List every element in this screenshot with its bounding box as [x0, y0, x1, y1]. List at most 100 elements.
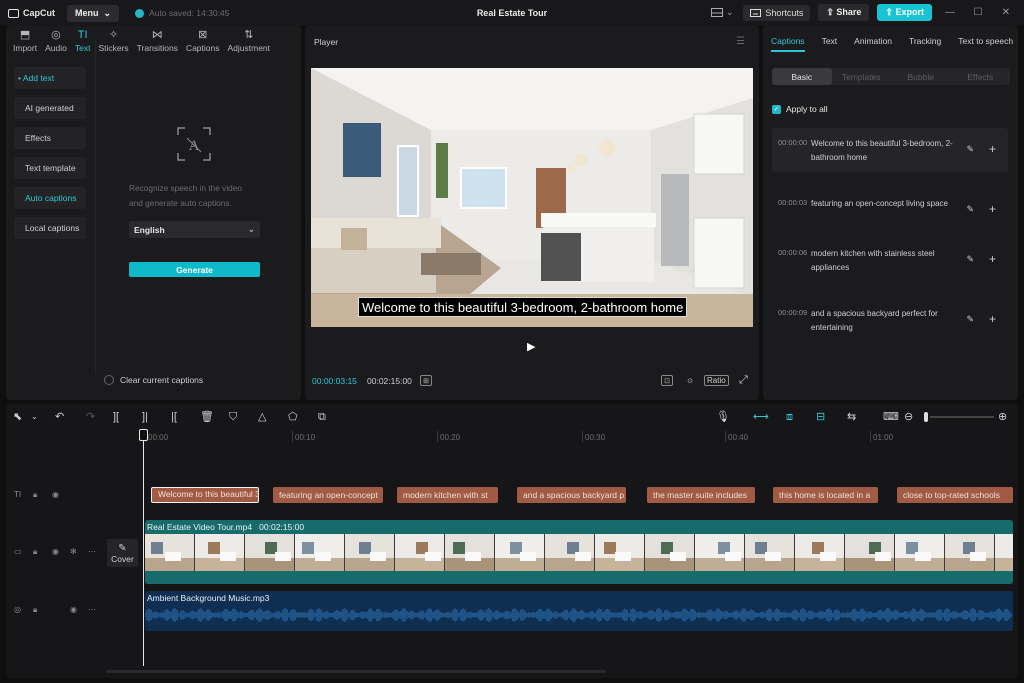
select-cursor-icon[interactable]: ⬉	[13, 410, 22, 424]
microphone-icon[interactable]: 🎙	[716, 410, 730, 424]
zoom-slider-handle[interactable]	[924, 412, 928, 422]
crop-icon[interactable]: ⧉	[318, 410, 326, 424]
menu-lines-icon[interactable]: ☰	[736, 36, 745, 47]
playhead-handle[interactable]	[139, 429, 148, 441]
menu-button[interactable]: Menu ⌄	[67, 4, 120, 22]
close-icon[interactable]: ✕	[996, 7, 1016, 18]
timeline-marker-icon[interactable]: ⊞	[420, 375, 432, 386]
cover-button[interactable]: ✎ Cover	[107, 539, 138, 567]
text-clip[interactable]: the master suite includes	[647, 487, 755, 503]
export-button[interactable]: ⇪ Export	[877, 4, 932, 21]
pencil-icon[interactable]: ✎	[966, 144, 974, 155]
text-clip[interactable]: Welcome to this beautiful 3	[151, 487, 259, 503]
text-clip[interactable]: this home is located in a	[773, 487, 878, 503]
tab-transitions[interactable]: ⋈ Transitions	[133, 29, 182, 56]
redo-icon[interactable]: ↷	[86, 410, 95, 424]
text-clip[interactable]: featuring an open-concept	[273, 487, 383, 503]
chevron-down-icon[interactable]: ⌄	[31, 410, 38, 424]
checkbox-icon[interactable]: ✓	[772, 104, 781, 114]
timeline-scrollbar[interactable]	[106, 670, 606, 673]
tab-stickers[interactable]: ✧ Stickers	[94, 29, 132, 56]
split-icon[interactable]: ][	[113, 410, 119, 424]
tab-animation[interactable]: Animation	[854, 36, 892, 52]
video-preview[interactable]	[311, 68, 753, 327]
caption-item[interactable]: 00:00:00 Welcome to this beautiful 3-bed…	[772, 128, 1008, 172]
pencil-icon[interactable]: ✎	[966, 314, 974, 325]
caption-text[interactable]: modern kitchen with stainless steel appl…	[811, 247, 966, 273]
caption-item[interactable]: 00:00:06 modern kitchen with stainless s…	[772, 238, 1008, 282]
caption-text[interactable]: and a spacious backyard perfect for ente…	[811, 307, 966, 333]
caption-item[interactable]: 00:00:09 and a spacious backyard perfect…	[772, 298, 1008, 342]
sidebar-item-effects[interactable]: Effects	[14, 127, 86, 149]
split-view-icon[interactable]: ⇆	[847, 410, 856, 424]
lock-icon[interactable]: 🔒︎	[33, 490, 37, 500]
tab-import[interactable]: ⬒ Import	[9, 29, 41, 56]
zoom-slider[interactable]	[930, 416, 994, 418]
split-left-icon[interactable]: ]|	[142, 410, 148, 424]
subtab-effects[interactable]: Effects	[951, 68, 1011, 85]
plus-icon[interactable]: +	[989, 312, 996, 326]
shield-icon[interactable]: ⛉	[229, 410, 237, 424]
generate-button[interactable]: Generate	[129, 262, 260, 277]
sidebar-item-auto-captions[interactable]: Auto captions	[14, 187, 86, 209]
minimize-icon[interactable]: —	[940, 7, 960, 18]
sidebar-item-ai-generated[interactable]: AI generated	[14, 97, 86, 119]
plus-icon[interactable]: +	[989, 252, 996, 266]
text-clip[interactable]: close to top-rated schools	[897, 487, 1013, 503]
caption-text[interactable]: Welcome to this beautiful 3-bedroom, 2-b…	[811, 137, 966, 163]
sidebar-item-local-captions[interactable]: Local captions	[14, 217, 86, 239]
maximize-icon[interactable]: ☐	[968, 7, 988, 18]
audio-clip[interactable]	[145, 591, 1013, 631]
layout-button[interactable]: ⌄	[709, 5, 735, 21]
ratio-button[interactable]: Ratio	[704, 375, 729, 386]
sidebar-item-text-template[interactable]: Text template	[14, 157, 86, 179]
crop-icon[interactable]: ⊡	[661, 375, 673, 386]
tab-text[interactable]: TI Text	[71, 29, 95, 56]
pencil-icon[interactable]: ✎	[966, 254, 974, 265]
video-subtitle[interactable]: Welcome to this beautiful 3-bedroom, 2-b…	[358, 297, 688, 317]
lock-icon[interactable]: 🔒︎	[33, 605, 37, 615]
tab-adjustment[interactable]: ⇅ Adjustment	[224, 29, 275, 56]
mask-icon[interactable]: ⬠	[288, 410, 298, 424]
tab-text-to-speech[interactable]: Text to speech	[958, 36, 1013, 52]
tab-tracking[interactable]: Tracking	[909, 36, 941, 52]
zoom-out-icon[interactable]: ⊖	[904, 410, 913, 424]
plus-icon[interactable]: +	[989, 142, 996, 156]
text-clip[interactable]: and a spacious backyard p	[517, 487, 626, 503]
subtab-basic[interactable]: Basic	[772, 68, 832, 85]
zoom-in-icon[interactable]: ⊕	[998, 410, 1007, 424]
lock-icon[interactable]: 🔒︎	[33, 547, 37, 557]
magnet-icon[interactable]: ⧈	[786, 410, 793, 424]
apply-to-all-option[interactable]: ✓ Apply to all	[772, 104, 828, 114]
volume-icon[interactable]: ◉	[70, 605, 77, 614]
tab-captions[interactable]: ⊠ Captions	[182, 29, 224, 56]
fullscreen-icon[interactable]: ⤢	[739, 374, 748, 387]
split-right-icon[interactable]: |[	[171, 410, 177, 424]
play-icon[interactable]: ▶	[527, 340, 535, 353]
sidebar-item-add-text[interactable]: • Add text	[14, 67, 86, 89]
subtab-bubble[interactable]: Bubble	[891, 68, 951, 85]
tab-audio[interactable]: ◎ Audio	[41, 29, 71, 56]
share-button[interactable]: ⇪ Share	[818, 4, 870, 21]
mirror-icon[interactable]: △	[258, 410, 266, 424]
undo-icon[interactable]: ↶	[55, 410, 64, 424]
language-select[interactable]: English ⌄	[129, 221, 260, 238]
text-clip[interactable]: modern kitchen with st	[397, 487, 498, 503]
volume-icon[interactable]: ✻	[70, 547, 77, 556]
more-icon[interactable]: ⋯	[88, 605, 96, 614]
caption-text[interactable]: featuring an open-concept living space	[811, 197, 966, 223]
delete-icon[interactable]: 🗑	[200, 410, 214, 424]
eye-icon[interactable]: ◉	[52, 547, 59, 556]
subtab-templates[interactable]: Templates	[832, 68, 892, 85]
caption-item[interactable]: 00:00:03 featuring an open-concept livin…	[772, 188, 1008, 232]
focus-icon[interactable]: ⊙	[684, 375, 696, 386]
shortcuts-button[interactable]: Shortcuts	[743, 4, 811, 21]
comment-icon[interactable]: ⌨	[883, 410, 899, 424]
radio-icon[interactable]	[104, 375, 114, 385]
playhead[interactable]	[143, 430, 144, 666]
link-icon[interactable]: ⟷	[753, 410, 769, 424]
eye-icon[interactable]: ◉	[52, 490, 59, 499]
clear-captions-option[interactable]: Clear current captions	[104, 375, 203, 385]
tab-captions[interactable]: Captions	[771, 36, 805, 52]
more-icon[interactable]: ⋯	[88, 547, 96, 556]
